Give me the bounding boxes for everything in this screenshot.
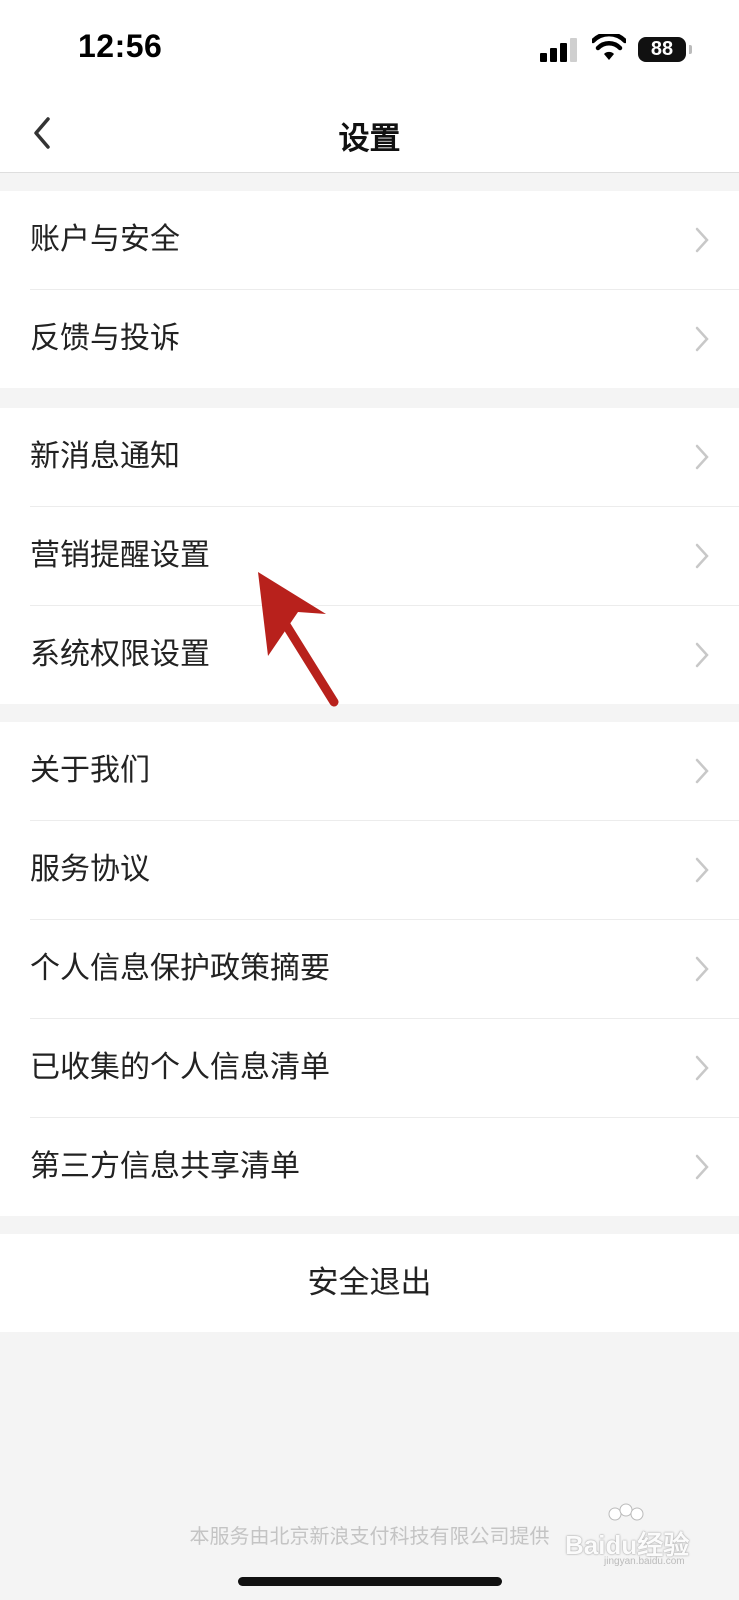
chevron-right-icon — [695, 444, 709, 470]
settings-item-third-party-sharing-list[interactable]: 第三方信息共享清单 — [30, 1118, 739, 1216]
settings-item-marketing-reminder[interactable]: 营销提醒设置 — [30, 507, 739, 606]
settings-item-about-us[interactable]: 关于我们 — [30, 722, 739, 821]
settings-item-label: 第三方信息共享清单 — [30, 1149, 300, 1184]
settings-group-account: 账户与安全 反馈与投诉 — [0, 191, 739, 388]
settings-item-new-message-notification[interactable]: 新消息通知 — [30, 408, 739, 507]
settings-item-privacy-policy-summary[interactable]: 个人信息保护政策摘要 — [30, 920, 739, 1019]
chevron-right-icon — [695, 1055, 709, 1081]
home-indicator[interactable] — [238, 1577, 502, 1586]
settings-item-label: 关于我们 — [30, 753, 150, 788]
logout-button[interactable]: 安全退出 — [0, 1234, 739, 1332]
battery-icon: 88 — [638, 37, 692, 62]
chevron-right-icon — [695, 857, 709, 883]
watermark-url: jingyan.baidu.com — [604, 1556, 685, 1567]
settings-item-label: 账户与安全 — [30, 222, 180, 257]
chevron-right-icon — [695, 326, 709, 352]
annotation-arrow-icon — [258, 572, 339, 707]
wifi-icon — [592, 34, 626, 60]
cellular-signal-icon — [540, 38, 578, 62]
chevron-right-icon — [695, 956, 709, 982]
settings-item-label: 营销提醒设置 — [30, 538, 210, 573]
settings-item-label: 个人信息保护政策摘要 — [30, 951, 330, 986]
chevron-right-icon — [695, 1154, 709, 1180]
settings-item-feedback[interactable]: 反馈与投诉 — [30, 290, 739, 388]
status-bar: 12:56 88 — [0, 0, 739, 95]
chevron-right-icon — [695, 543, 709, 569]
settings-item-service-agreement[interactable]: 服务协议 — [30, 821, 739, 920]
settings-item-collected-info-list[interactable]: 已收集的个人信息清单 — [30, 1019, 739, 1118]
status-time: 12:56 — [78, 28, 163, 64]
chevron-right-icon — [695, 758, 709, 784]
settings-item-label: 系统权限设置 — [30, 637, 210, 672]
settings-item-label: 新消息通知 — [30, 439, 180, 474]
chevron-right-icon — [695, 642, 709, 668]
nav-bar: 设置 — [0, 95, 739, 173]
settings-item-label: 服务协议 — [30, 852, 150, 887]
settings-item-system-permissions[interactable]: 系统权限设置 — [30, 606, 739, 704]
page-title: 设置 — [338, 121, 401, 157]
settings-group-about: 关于我们 服务协议 个人信息保护政策摘要 已收集的个人信息清单 第三方信息共享清… — [0, 722, 739, 1216]
chevron-right-icon — [695, 227, 709, 253]
settings-item-label: 反馈与投诉 — [30, 321, 180, 356]
settings-item-account-security[interactable]: 账户与安全 — [30, 191, 739, 290]
settings-item-label: 已收集的个人信息清单 — [30, 1050, 330, 1085]
settings-group-notifications: 新消息通知 营销提醒设置 系统权限设置 — [0, 408, 739, 704]
